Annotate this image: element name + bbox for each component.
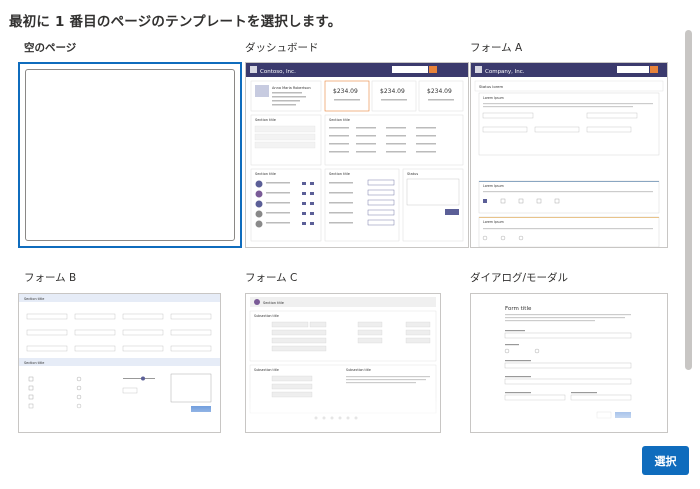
select-button[interactable]: 選択: [642, 446, 689, 475]
svg-text:Company, Inc.: Company, Inc.: [485, 69, 525, 75]
svg-text:Section title: Section title: [24, 361, 44, 365]
template-form-c[interactable]: フォーム C Section title Subsection title Su…: [245, 270, 469, 433]
svg-text:Form title: Form title: [505, 306, 532, 312]
svg-text:Subsection title: Subsection title: [346, 368, 371, 372]
dialog-preview: Form title: [471, 306, 667, 432]
template-thumbnail[interactable]: Form title: [470, 293, 668, 433]
template-label: 空のページ: [24, 42, 77, 54]
svg-text:$234.09: $234.09: [380, 88, 405, 95]
svg-text:Lorem Ipsum: Lorem Ipsum: [483, 184, 504, 188]
svg-text:$234.09: $234.09: [333, 88, 358, 95]
svg-text:Section title: Section title: [255, 118, 276, 122]
template-label: フォーム C: [245, 272, 298, 284]
template-thumbnail[interactable]: Section title Section title: [18, 293, 221, 433]
dashboard-preview: Contoso, Inc. Anna Maria Robertson $234.…: [246, 63, 468, 242]
form-b-preview: Section title Section title: [19, 294, 220, 432]
template-thumbnail[interactable]: Section title Subsection title Subsectio…: [245, 293, 441, 433]
svg-text:Lorem Ipsum: Lorem Ipsum: [483, 220, 504, 224]
svg-text:Status: Status: [407, 172, 418, 176]
template-label: フォーム B: [24, 272, 77, 284]
svg-text:Section title: Section title: [329, 172, 350, 176]
svg-text:Section title: Section title: [255, 172, 276, 176]
vertical-scrollbar[interactable]: [685, 30, 692, 370]
svg-text:Section title: Section title: [329, 118, 350, 122]
svg-text:$234.09: $234.09: [427, 88, 452, 95]
template-dialog-modal[interactable]: ダイアログ/モーダル Form title: [470, 270, 694, 433]
app-title: Contoso, Inc.: [260, 69, 296, 75]
svg-text:Subsection title: Subsection title: [254, 368, 279, 372]
template-dashboard[interactable]: ダッシュボード Contoso, Inc. Anna Maria Roberts…: [245, 40, 469, 248]
template-form-b[interactable]: フォーム B Section title Section title: [18, 270, 242, 433]
page-heading: 最初に 1 番目のページのテンプレートを選択します。: [9, 14, 342, 30]
svg-text:Lorem Ipsum: Lorem Ipsum: [483, 96, 504, 100]
svg-text:Subsection title: Subsection title: [254, 314, 279, 318]
form-a-preview: Company, Inc. Status lorem Lorem Ipsum L…: [471, 63, 667, 247]
template-blank-page[interactable]: 空のページ: [18, 40, 242, 248]
svg-text:Section title: Section title: [263, 301, 284, 305]
template-label: ダッシュボード: [245, 42, 319, 54]
template-thumbnail[interactable]: [18, 62, 242, 248]
template-form-a[interactable]: フォーム A Company, Inc. Status lorem Lorem …: [470, 40, 694, 248]
svg-text:Status lorem: Status lorem: [479, 84, 503, 89]
svg-text:Section title: Section title: [24, 297, 44, 301]
template-thumbnail[interactable]: Contoso, Inc. Anna Maria Robertson $234.…: [245, 62, 469, 248]
template-label: フォーム A: [470, 42, 523, 54]
form-c-preview: Section title Subsection title Subsectio…: [246, 297, 440, 432]
blank-canvas: [25, 69, 235, 241]
template-label: ダイアログ/モーダル: [470, 272, 569, 284]
profile-name: Anna Maria Robertson: [272, 86, 311, 90]
template-thumbnail[interactable]: Company, Inc. Status lorem Lorem Ipsum L…: [470, 62, 668, 248]
